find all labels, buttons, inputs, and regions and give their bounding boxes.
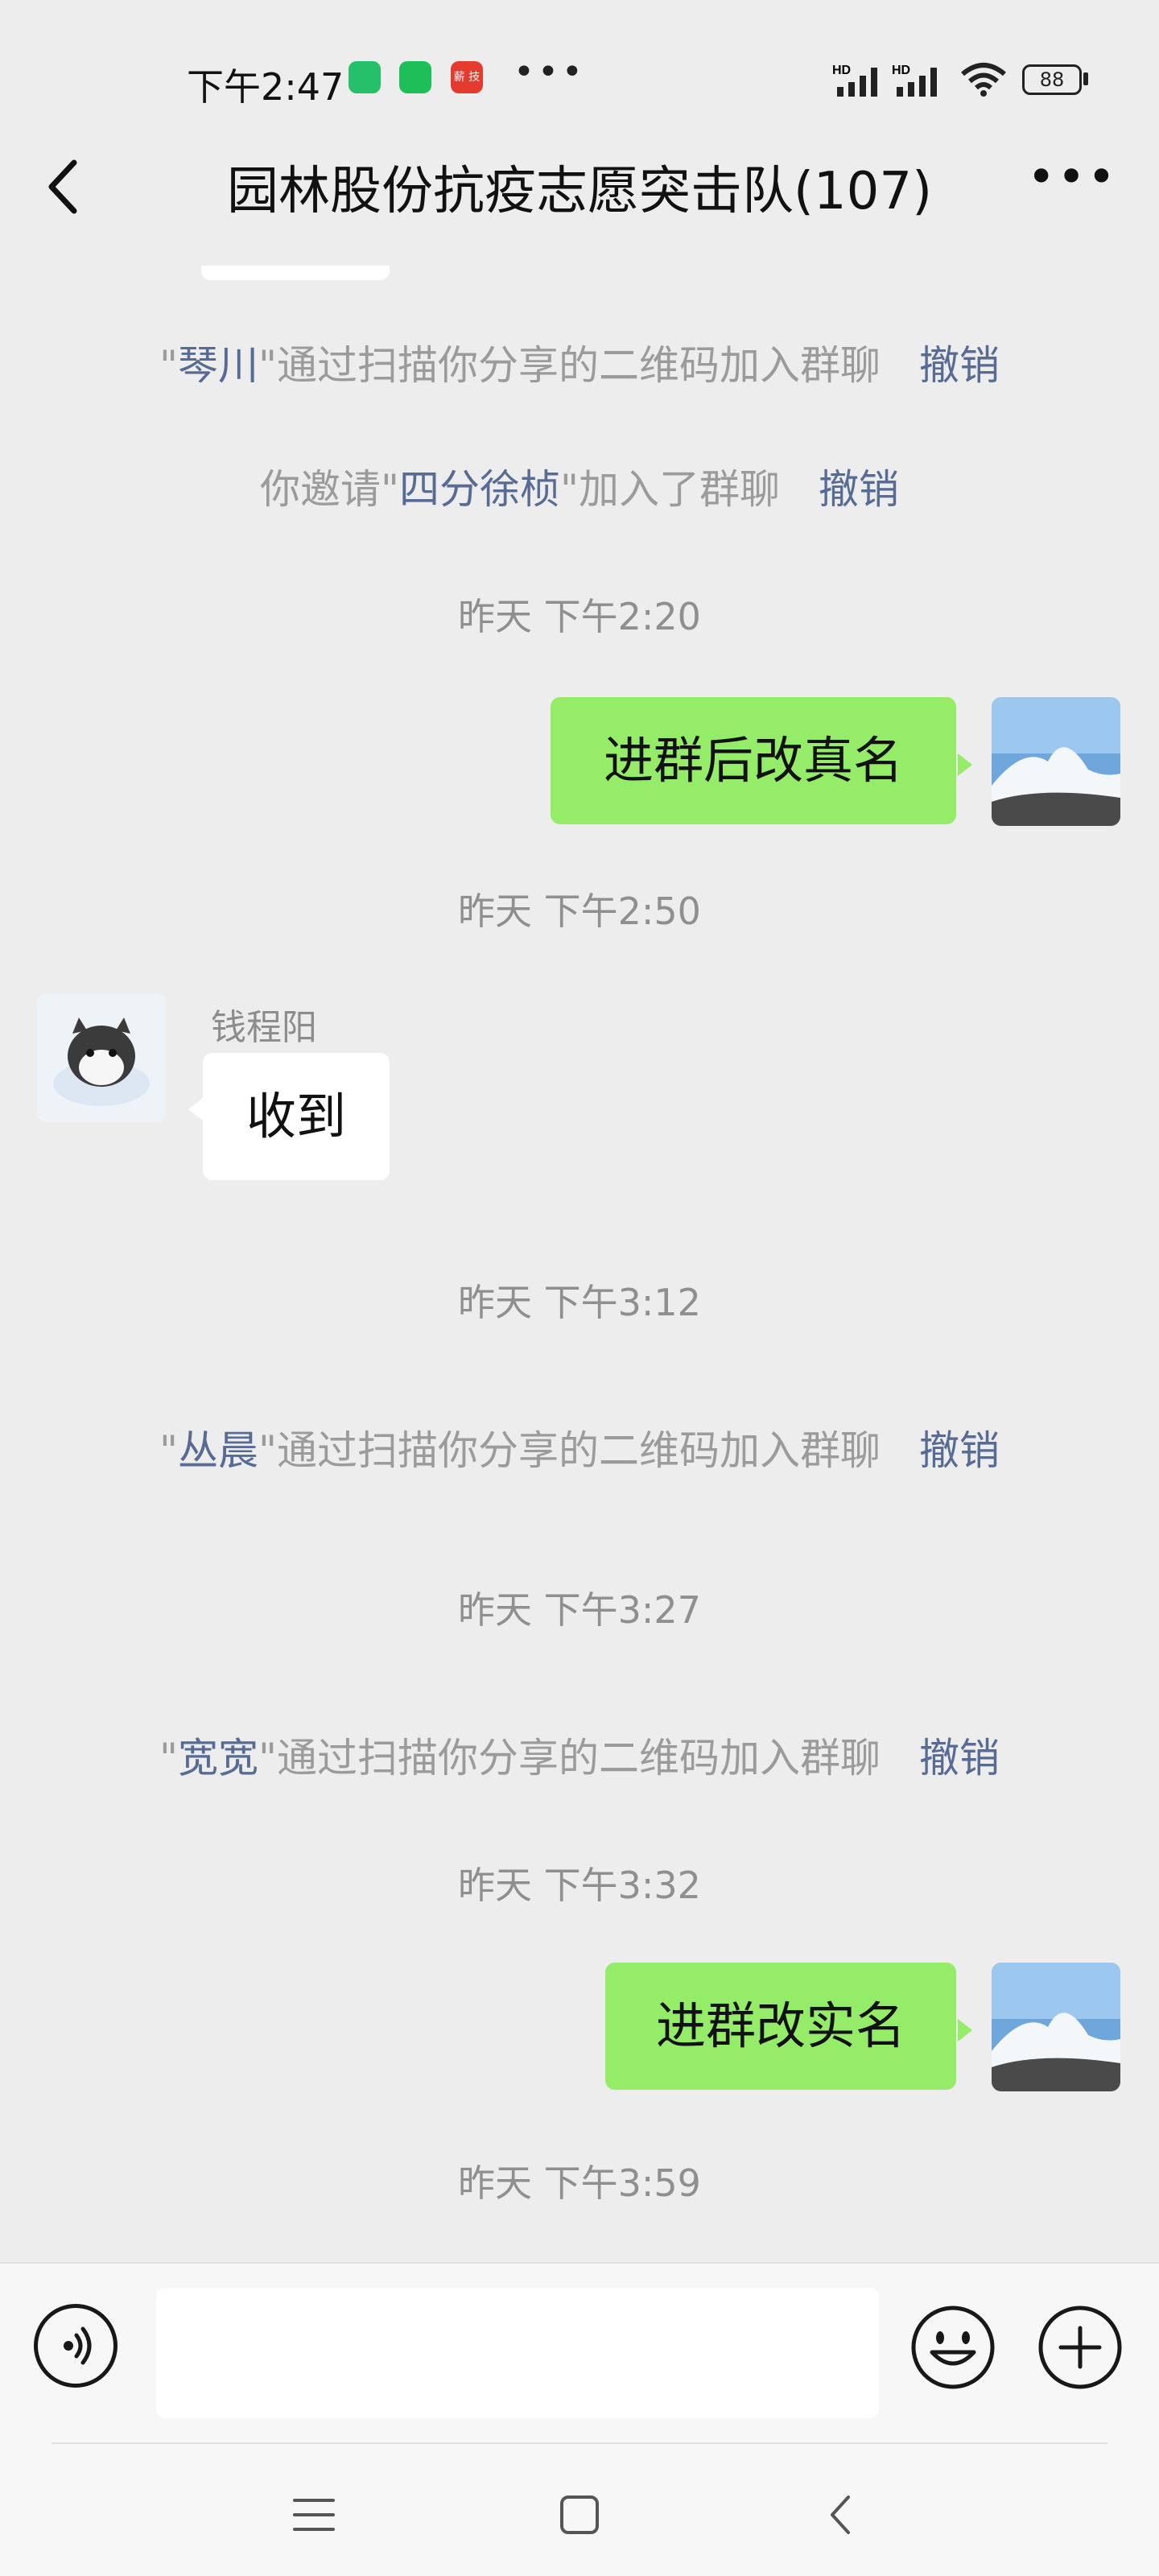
member-name-link[interactable]: 宽宽	[178, 1735, 258, 1781]
timestamp: 昨天 下午3:27	[458, 1588, 701, 1632]
timestamp: 昨天 下午2:20	[458, 595, 701, 638]
my-avatar[interactable]	[992, 1963, 1120, 2091]
timestamp: 昨天 下午3:59	[458, 2161, 701, 2205]
system-notice-join: "琴川"通过扫描你分享的二维码加入群聊 撤销	[159, 342, 1000, 389]
wifi-icon	[961, 63, 1006, 97]
message-input[interactable]	[156, 2288, 879, 2418]
back-icon[interactable]	[819, 2492, 864, 2537]
timestamp: 昨天 下午3:32	[458, 1864, 701, 1907]
back-button[interactable]	[32, 147, 97, 227]
signal-1-icon: HD	[832, 64, 877, 97]
timestamp: 昨天 下午2:50	[458, 890, 701, 933]
wechat-icon	[399, 61, 431, 93]
more-icon[interactable]: •••	[1027, 153, 1116, 225]
sender-avatar[interactable]	[37, 993, 166, 1122]
member-name-link[interactable]: 琴川	[178, 342, 258, 389]
received-message-bubble[interactable]: 收到	[188, 1053, 390, 1180]
revoke-link[interactable]: 撤销	[919, 342, 1000, 389]
home-icon[interactable]	[557, 2492, 602, 2537]
menu-icon[interactable]	[291, 2492, 336, 2537]
my-avatar[interactable]	[992, 697, 1120, 826]
battery-icon: 88	[1022, 64, 1082, 95]
previous-message-edge	[201, 266, 390, 280]
status-time: 下午2:47	[187, 65, 344, 109]
sender-name: 钱程阳	[211, 1007, 317, 1048]
plus-icon[interactable]	[1037, 2304, 1124, 2391]
revoke-link[interactable]: 撤销	[919, 1735, 1000, 1781]
svg-text:HD: HD	[892, 64, 910, 77]
battery-tip	[1083, 72, 1088, 85]
voice-icon[interactable]	[34, 2304, 118, 2388]
notification-more-icon: •••	[514, 52, 586, 93]
system-notice-invite: 你邀请"四分徐桢"加入了群聊 撤销	[260, 466, 899, 513]
member-name-link[interactable]: 丛晨	[178, 1427, 258, 1474]
revoke-link[interactable]: 撤销	[919, 1427, 1000, 1474]
system-notice-join: "丛晨"通过扫描你分享的二维码加入群聊 撤销	[159, 1427, 1000, 1474]
system-notice-join: "宽宽"通过扫描你分享的二维码加入群聊 撤销	[159, 1735, 1000, 1781]
chat-title: 园林股份抗疫志愿突击队(107)	[226, 162, 933, 221]
app-badge-icon: 薪 技	[451, 61, 483, 93]
revoke-link[interactable]: 撤销	[819, 466, 899, 513]
member-name-link[interactable]: 四分徐桢	[399, 466, 560, 513]
svg-text:HD: HD	[832, 64, 851, 77]
shield-app-icon	[349, 61, 381, 93]
emoji-icon[interactable]	[909, 2304, 996, 2391]
my-message-bubble[interactable]: 进群后改真名	[551, 697, 972, 824]
my-message-bubble[interactable]: 进群改实名	[605, 1963, 972, 2090]
signal-2-icon: HD	[892, 64, 937, 97]
timestamp: 昨天 下午3:12	[458, 1281, 701, 1324]
